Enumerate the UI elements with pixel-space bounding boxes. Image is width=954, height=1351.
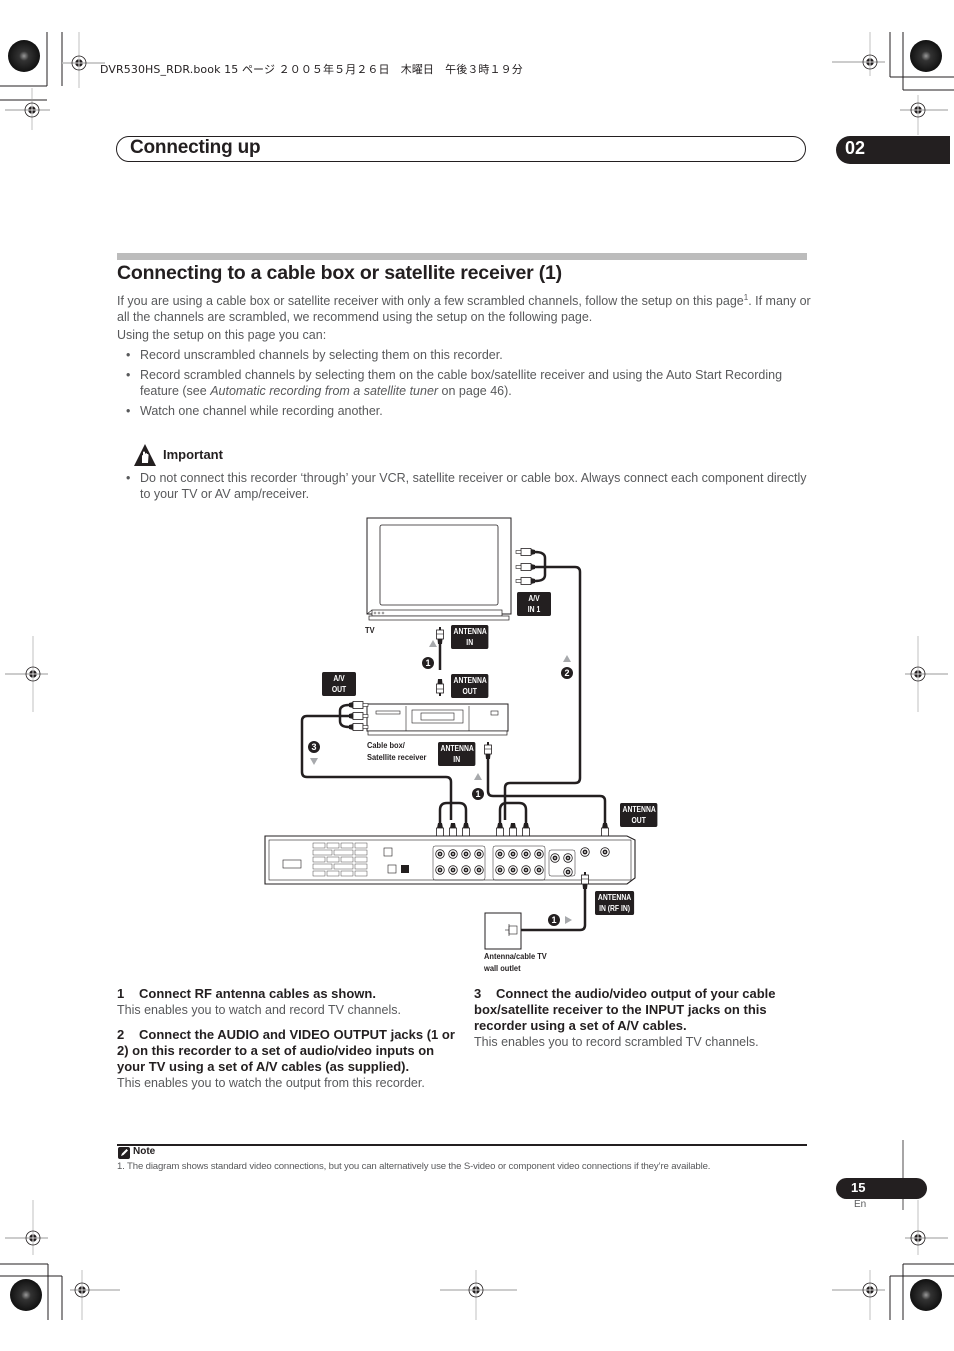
star-target-icon [910,1279,942,1311]
warning-hand-icon [134,444,156,466]
page-number-tab [836,1178,927,1199]
tv-illustration [366,517,512,621]
step-marker-1: 1 [425,658,430,668]
step-marker-2: 2 [564,668,569,678]
tv-antenna-in-label: ANTENNA IN [451,625,489,649]
important-list: Do not connect this recorder ‘through’ y… [117,470,812,502]
feature-list: Record unscrambled channels by selecting… [117,347,807,423]
step-marker-1: 1 [551,915,556,925]
star-target-icon [8,40,40,72]
important-label: Important [163,447,223,462]
connection-diagram: 1 2 3 1 1 TV A/V IN 1 ANTENNA IN ANTENNA OU… [255,510,675,980]
list-item: Do not connect this recorder ‘through’ y… [117,470,812,502]
intro-text: If you are using a cable box or satellit… [117,294,744,309]
intro-paragraph: If you are using a cable box or satellit… [117,290,817,325]
step-2-body: This enables you to watch the output fro… [117,1076,425,1090]
step-2-heading: 2 Connect the AUDIO and VIDEO OUTPUT jack… [117,1027,455,1074]
cable-box-illustration [366,703,509,736]
step-marker-3: 3 [311,742,316,752]
recorder-rear-panel [264,835,636,885]
star-target-icon [910,40,942,72]
step-marker-1: 1 [475,789,480,799]
list-item: Record scrambled channels by selecting t… [117,367,807,399]
section-header-title: Connecting up [130,137,261,158]
cable-box-antenna-out-label: ANTENNA OUT [451,674,489,698]
av-in1-label: A/V IN 1 [517,592,551,616]
print-header-line: DVR530HS_RDR.book 15 ページ ２００５年５月２６日 木曜日 … [100,63,523,76]
recorder-antenna-in-label: ANTENNA IN (RF IN) [595,891,635,915]
page-number: 15 [851,1180,866,1195]
page-title: Connecting to a cable box or satellite r… [117,262,562,284]
lead-in-text: Using the setup on this page you can: [117,328,327,342]
tv-label: TV [365,625,375,635]
step-1-body: This enables you to watch and record TV … [117,1003,401,1017]
page-language: En [854,1199,867,1210]
wall-outlet-label: Antenna/cable TV wall outlet [484,951,547,973]
steps-column-right: 3 Connect the audio/video output of your … [474,986,809,1050]
list-item-text: on page 46). [438,384,512,398]
note-label: Note [133,1146,156,1157]
cross-reference-link[interactable]: Automatic recording from a satellite tun… [210,384,438,398]
pencil-note-icon [118,1147,130,1159]
section-rule [117,253,807,260]
list-item: Record unscrambled channels by selecting… [117,347,807,363]
footnote-text: 1. The diagram shows standard video conn… [117,1161,711,1172]
list-item: Watch one channel while recording anothe… [117,403,807,419]
cable-box-label: Cable box/Satellite receiver [367,740,427,762]
step-3-body: This enables you to record scrambled TV … [474,1035,759,1049]
steps-column-left: 1 Connect RF antenna cables as shown. Thi… [117,986,457,1091]
wall-outlet-illustration [484,912,522,950]
star-target-icon [10,1279,42,1311]
cable-box-antenna-in-label: ANTENNA IN [438,742,476,766]
note-divider [117,1144,807,1146]
step-1-heading: 1 Connect RF antenna cables as shown. [117,986,376,1001]
chapter-number: 02 [845,138,866,158]
step-3-heading: 3 Connect the audio/video output of your … [474,986,776,1033]
av-out-label: A/V OUT [322,672,356,696]
recorder-antenna-out-label: ANTENNA OUT [620,803,658,827]
